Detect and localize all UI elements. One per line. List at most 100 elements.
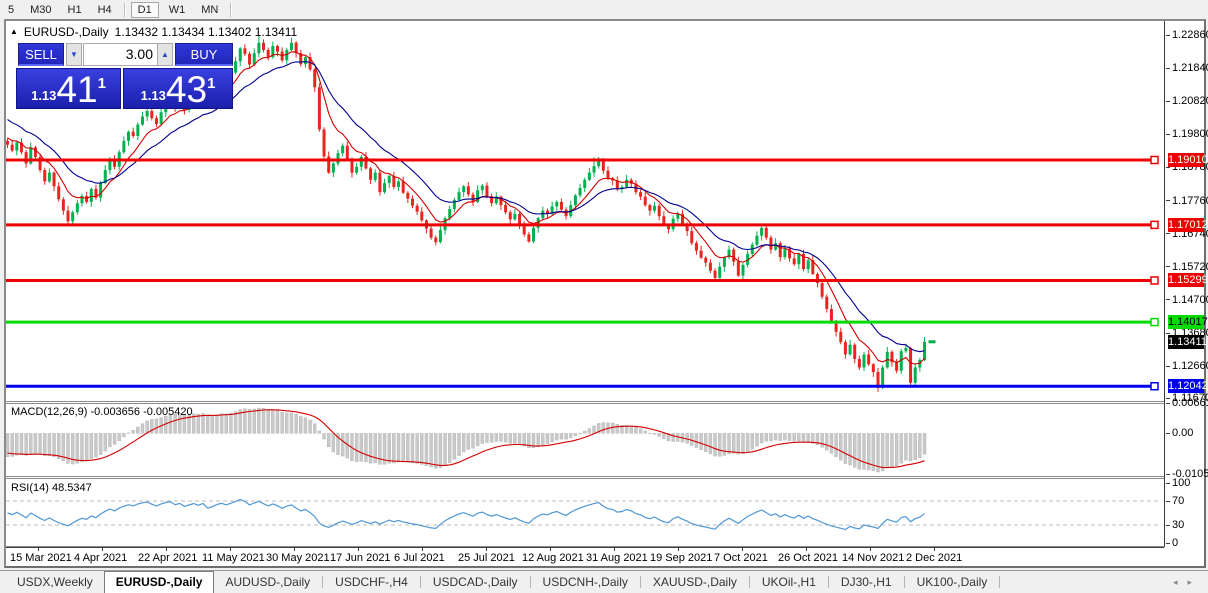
- symbol-tab-ukoil-h1[interactable]: UKOil-,H1: [751, 571, 827, 593]
- price-tick-mark: [1166, 299, 1170, 301]
- time-tick-mark: [422, 548, 423, 551]
- one-click-trading-panel: SELL ▼ 3.00 ▲ BUY 1.13 41 1 1.13 43 1: [10, 43, 236, 129]
- symbol-tab-eurusd-daily[interactable]: EURUSD-,Daily: [103, 571, 215, 593]
- timeframe-button-h4[interactable]: H4: [92, 3, 118, 17]
- price-axis[interactable]: 1.22860 1.21840 1.20820 1.19800 1.18780 1.177…: [1164, 21, 1208, 549]
- time-tick-label: 12 Aug 2021: [522, 552, 584, 564]
- macd-tick-mark: [1166, 433, 1170, 435]
- rsi-tick-mark: [1166, 482, 1170, 484]
- volume-increase-button[interactable]: ▲: [157, 43, 173, 66]
- time-tick-label: 4 Apr 2021: [74, 552, 128, 564]
- time-tick-label: 6 Jul 2021: [394, 552, 445, 564]
- price-tick-mark: [1166, 166, 1170, 168]
- current-price-badge: 1.13411: [1168, 334, 1207, 349]
- rsi-name: RSI(14): [11, 482, 49, 494]
- time-tick-mark: [166, 548, 167, 551]
- chart-ohlc-quote: 1.13432 1.13434 1.13402 1.13411: [114, 25, 298, 39]
- timeframe-button-h1[interactable]: H1: [62, 3, 88, 17]
- time-tick-mark: [230, 548, 231, 551]
- price-tick-mark: [1166, 266, 1170, 268]
- symbol-tab-dj30-h1[interactable]: DJ30-,H1: [830, 571, 903, 593]
- sell-price-big: 41: [56, 69, 98, 110]
- volume-decrease-button[interactable]: ▼: [66, 43, 82, 66]
- collapse-triangle-icon[interactable]: ▲: [10, 27, 18, 36]
- price-tick-mark: [1166, 365, 1170, 367]
- volume-input[interactable]: 3.00: [83, 43, 158, 66]
- tab-separator: [322, 576, 324, 588]
- sell-price-sup: 1: [97, 75, 106, 92]
- time-tick-label: 14 Nov 2021: [842, 552, 905, 564]
- time-tick-mark: [806, 548, 807, 551]
- price-level-badge: 1.15299: [1168, 273, 1208, 288]
- rsi-value: 48.5347: [51, 482, 92, 494]
- symbol-tab-usdcad-daily[interactable]: USDCAD-,Daily: [422, 571, 529, 593]
- sell-button[interactable]: SELL: [18, 43, 64, 66]
- chevron-down-icon: ▼: [70, 50, 78, 59]
- price-level-badge: 1.19010: [1168, 153, 1208, 167]
- tab-separator: [639, 576, 641, 588]
- symbol-tab-usdcnh-daily[interactable]: USDCNH-,Daily: [532, 571, 639, 593]
- buy-button[interactable]: BUY: [175, 43, 233, 66]
- timeframe-button-d1[interactable]: D1: [130, 1, 159, 18]
- tab-separator: [529, 576, 531, 588]
- chevron-up-icon: ▲: [161, 50, 169, 59]
- price-level-badge: 1.14017: [1168, 315, 1208, 330]
- macd-tick-mark: [1166, 403, 1170, 404]
- symbol-tab-usdx-weekly[interactable]: USDX,Weekly: [6, 571, 104, 593]
- price-tick-mark: [1166, 67, 1170, 69]
- toolbar-separator: [123, 2, 125, 17]
- time-tick-label: 30 May 2021: [266, 552, 330, 564]
- tab-separator: [999, 576, 1001, 588]
- tab-scroll-left-icon[interactable]: ◂: [1173, 577, 1188, 587]
- macd-tick-mark: [1166, 474, 1170, 475]
- chart-title: ▲ EURUSD-,Daily 1.13432 1.13434 1.13402 …: [10, 25, 297, 39]
- tab-separator: [419, 576, 421, 588]
- timeframe-button-mn[interactable]: MN: [195, 3, 224, 17]
- chart-tab-bar: USDX,Weekly EURUSD-,Daily AUDUSD-,Daily USD…: [0, 570, 1208, 593]
- time-axis[interactable]: 15 Mar 2021 4 Apr 2021 22 Apr 2021 11 May 2…: [6, 547, 1164, 566]
- price-level-badge: 1.12042: [1168, 379, 1208, 394]
- rsi-tick-label: 30: [1172, 519, 1185, 531]
- time-tick-label: 26 Oct 2021: [778, 552, 838, 564]
- rsi-tick-mark: [1166, 524, 1170, 526]
- symbol-tab-audusd-daily[interactable]: AUDUSD-,Daily: [214, 571, 321, 593]
- toolbar-separator: [230, 2, 232, 17]
- macd-name: MACD(12,26,9): [11, 406, 88, 418]
- symbol-tab-xauusd-daily[interactable]: XAUUSD-,Daily: [642, 571, 748, 593]
- tab-scroll-right-icon[interactable]: ▸: [1187, 577, 1202, 587]
- rsi-tick-mark: [1166, 500, 1170, 502]
- timeframe-toolbar: 5 M30 H1 H4 D1 W1 MN: [0, 0, 1208, 19]
- timeframe-button-5[interactable]: 5: [2, 3, 20, 17]
- time-tick-mark: [38, 548, 39, 551]
- rsi-tick-label: 70: [1172, 495, 1185, 507]
- sell-price-small: 1.13: [31, 88, 57, 103]
- time-tick-label: 11 May 2021: [202, 552, 265, 564]
- time-tick-label: 31 Aug 2021: [586, 552, 648, 564]
- price-tick-label: 1.22860: [1172, 29, 1208, 41]
- price-tick-mark: [1166, 397, 1170, 399]
- symbol-tab-usdchf-h4[interactable]: USDCHF-,H4: [324, 571, 419, 593]
- price-tick-label: 1.20820: [1172, 95, 1208, 108]
- timeframe-button-m30[interactable]: M30: [24, 3, 57, 17]
- rsi-tick-mark: [1166, 542, 1170, 544]
- time-tick-mark: [358, 548, 359, 551]
- time-tick-mark: [550, 548, 551, 551]
- buy-price-big: 43: [165, 69, 208, 110]
- macd-tick-label: 0.006611: [1172, 397, 1208, 409]
- buy-price-panel[interactable]: 1.13 43 1: [123, 68, 233, 109]
- time-tick-mark: [870, 548, 871, 551]
- time-tick-mark: [934, 548, 935, 551]
- symbol-tab-uk100-daily[interactable]: UK100-,Daily: [906, 571, 999, 593]
- price-tick-label: 1.17760: [1172, 194, 1208, 207]
- rsi-tick-label: 100: [1172, 477, 1191, 489]
- tab-separator: [827, 576, 829, 588]
- price-tick-mark: [1166, 133, 1170, 135]
- chart-symbol-period: EURUSD-,Daily: [23, 25, 109, 39]
- time-tick-mark: [742, 548, 743, 551]
- timeframe-button-w1[interactable]: W1: [163, 3, 192, 17]
- time-tick-mark: [102, 548, 103, 551]
- price-tick-mark: [1166, 332, 1170, 334]
- tab-separator: [748, 576, 750, 588]
- sell-price-panel[interactable]: 1.13 41 1: [16, 68, 121, 109]
- time-tick-label: 17 Jun 2021: [330, 552, 391, 564]
